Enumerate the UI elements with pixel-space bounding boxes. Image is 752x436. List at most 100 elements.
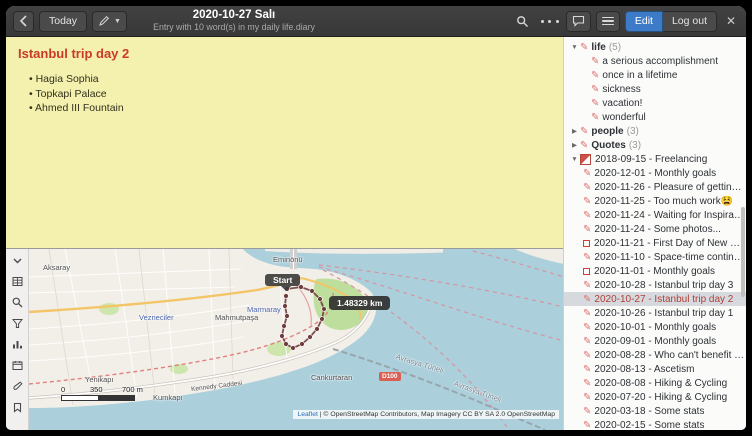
todo-checkbox-icon: [583, 268, 590, 275]
entry-pencil-icon: [583, 378, 591, 389]
entry-title: Istanbul trip day 2: [18, 46, 551, 61]
sidebar-scrollbar[interactable]: [741, 207, 745, 297]
subtag-label: vacation!: [602, 98, 642, 109]
expander-icon[interactable]: [569, 156, 580, 163]
more-options-button[interactable]: [539, 10, 561, 32]
main-menu-button[interactable]: [596, 11, 620, 32]
entry-label: 2020-11-10 - Space-time continuum: [594, 252, 746, 263]
entry-row[interactable]: 2020-11-10 - Space-time continuum: [564, 250, 746, 264]
scale-zero: 0: [61, 385, 65, 394]
entry-row[interactable]: 2020-11-24 - Waiting for Inspiration...: [564, 208, 746, 222]
tag-row-life[interactable]: life (5): [564, 40, 746, 54]
entry-row[interactable]: 2020-11-01 - Monthly goals: [564, 264, 746, 278]
entry-label: 2020-10-28 - Istanbul trip day 3: [594, 280, 733, 291]
edit-logout-group: Edit Log out: [625, 11, 717, 32]
brush-icon[interactable]: [9, 379, 26, 394]
map-toolbar: [6, 249, 29, 430]
subtag-row[interactable]: wonderful: [564, 110, 746, 124]
subtag-label: wonderful: [602, 112, 645, 123]
header-left-group: Today ▼: [13, 11, 127, 32]
entry-row[interactable]: 2020-12-01 - Monthly goals: [564, 166, 746, 180]
entry-row[interactable]: 2020-08-28 - Who can't benefit from ...: [564, 348, 746, 362]
header-bar: Today ▼ 2020-10-27 Salı Entry with 10 wo…: [6, 6, 746, 37]
entry-label: 2020-11-24 - Waiting for Inspiration...: [594, 210, 746, 221]
tag-pencil-icon: [580, 126, 588, 137]
tag-row-quotes[interactable]: Quotes (3): [564, 138, 746, 152]
chat-button[interactable]: [566, 11, 591, 32]
entry-row[interactable]: 2020-11-26 - Pleasure of getting exac...: [564, 180, 746, 194]
calendar-icon[interactable]: [9, 358, 26, 373]
entry-label: 2020-10-26 - Istanbul trip day 1: [594, 308, 733, 319]
subtag-row[interactable]: vacation!: [564, 96, 746, 110]
window-close-button[interactable]: ✕: [722, 14, 740, 28]
entry-row[interactable]: 2020-10-28 - Istanbul trip day 3: [564, 278, 746, 292]
todo-checkbox-icon: [583, 240, 590, 247]
map-canvas[interactable]: Eminönü Mahmutpaşa Cankurtaran Kumkapı Y…: [29, 249, 563, 430]
map-label: Marmaray: [247, 305, 281, 314]
tag-label: people: [591, 126, 623, 137]
subtag-label: a serious accomplishment: [602, 56, 718, 67]
search-button[interactable]: [512, 10, 534, 32]
map-label: Kumkapı: [153, 393, 183, 402]
entry-row[interactable]: 2020-11-24 - Some photos...: [564, 222, 746, 236]
chart-icon[interactable]: [9, 337, 26, 352]
entry-label: 2020-08-08 - Hiking & Cycling: [594, 378, 727, 389]
chapter-icon: [580, 154, 591, 165]
entry-label: 2020-11-25 - Too much work😫: [594, 196, 733, 207]
back-button[interactable]: [13, 11, 34, 32]
zoom-icon[interactable]: [9, 295, 26, 310]
entry-row[interactable]: 2020-11-25 - Too much work😫: [564, 194, 746, 208]
entry-pencil-icon: [583, 322, 591, 333]
map-scale-bar: 0 350 700 m: [61, 385, 151, 401]
expander-icon[interactable]: [569, 141, 580, 149]
leaflet-credit[interactable]: Leaflet: [297, 411, 317, 418]
kebab-icon: [541, 20, 544, 23]
entry-pencil-icon: [583, 406, 591, 417]
today-button[interactable]: Today: [39, 11, 87, 32]
entry-pencil-icon: [583, 336, 591, 347]
tag-row-people[interactable]: people (3): [564, 124, 746, 138]
tag-pencil-icon: [580, 42, 588, 53]
chapter-row[interactable]: 2018-09-15 - Freelancing: [564, 152, 746, 166]
edit-toggle-button[interactable]: Edit: [625, 11, 663, 32]
entry-label: 2020-12-01 - Monthly goals: [594, 168, 716, 179]
entry-row[interactable]: 2020-11-21 - First Day of New Covid R...: [564, 236, 746, 250]
entry-row-selected[interactable]: 2020-10-27 - Istanbul trip day 2: [564, 292, 746, 306]
entry-row[interactable]: 2020-10-26 - Istanbul trip day 1: [564, 306, 746, 320]
tag-label: Quotes: [591, 140, 625, 151]
expander-icon[interactable]: [569, 127, 580, 135]
route-start-marker[interactable]: Start: [265, 274, 300, 286]
entry-row[interactable]: 2020-08-08 - Hiking & Cycling: [564, 376, 746, 390]
entry-row[interactable]: 2020-09-01 - Monthly goals: [564, 334, 746, 348]
subtag-row[interactable]: sickness: [564, 82, 746, 96]
entry-row[interactable]: 2020-02-15 - Some stats: [564, 418, 746, 430]
filter-icon[interactable]: [9, 316, 26, 331]
entry-tree-sidebar: life (5) a serious accomplishment once i…: [563, 37, 746, 430]
subtag-row[interactable]: a serious accomplishment: [564, 54, 746, 68]
edit-entry-dropdown-button[interactable]: ▼: [92, 11, 127, 32]
entry-row[interactable]: 2020-10-01 - Monthly goals: [564, 320, 746, 334]
page-title: 2020-10-27 Salı: [122, 8, 346, 22]
table-icon[interactable]: [9, 274, 26, 289]
map-panel: Eminönü Mahmutpaşa Cankurtaran Kumkapı Y…: [6, 248, 563, 430]
entry-label: 2020-08-28 - Who can't benefit from ...: [594, 350, 746, 361]
tag-pencil-icon: [591, 98, 599, 109]
entry-label: 2020-11-21 - First Day of New Covid R...: [594, 238, 746, 249]
entry-row[interactable]: 2020-08-13 - Ascetism: [564, 362, 746, 376]
collapse-icon[interactable]: [9, 253, 26, 268]
bookmark-icon[interactable]: [9, 400, 26, 415]
entry-editor[interactable]: Istanbul trip day 2 Hagia Sophia Topkapi…: [6, 37, 563, 248]
entry-row[interactable]: 2020-07-20 - Hiking & Cycling: [564, 390, 746, 404]
chevron-down-icon: ▼: [114, 18, 121, 25]
entry-pencil-icon: [583, 196, 591, 207]
map-label: Mahmutpaşa: [215, 313, 258, 322]
expander-icon[interactable]: [569, 44, 580, 51]
entry-row[interactable]: 2020-03-18 - Some stats: [564, 404, 746, 418]
hamburger-icon: [602, 14, 614, 27]
entry-pencil-icon: [583, 182, 591, 193]
map-label: Eminönü: [273, 255, 303, 264]
subtag-row[interactable]: once in a lifetime: [564, 68, 746, 82]
logout-button[interactable]: Log out: [663, 11, 717, 32]
entry-pencil-icon: [583, 210, 591, 221]
entry-label: 2020-11-01 - Monthly goals: [594, 266, 715, 277]
